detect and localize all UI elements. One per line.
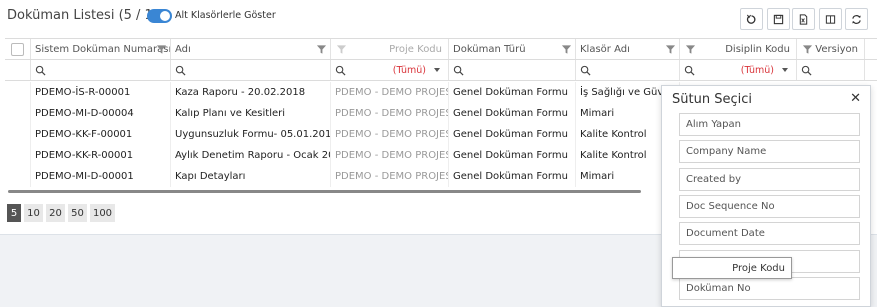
column-header-name[interactable]: Adı — [171, 39, 331, 59]
filter-funnel-icon[interactable] — [665, 44, 676, 55]
sync-icon — [852, 14, 861, 24]
grid-filter-row: (Tümü) (Tümü) — [5, 60, 877, 81]
column-chooser-item[interactable]: Doküman No — [679, 277, 860, 300]
filter-funnel-icon[interactable] — [685, 44, 696, 55]
column-header-folder-name[interactable]: Klasör Adı — [576, 39, 680, 59]
subfolders-toggle-label: Alt Klasörlerle Göster — [175, 10, 276, 21]
cell-project-code: PDEMO - DEMO PROJESİ — [331, 166, 449, 187]
filter-funnel-icon[interactable] — [561, 44, 572, 55]
toggle-knob — [160, 11, 170, 21]
page-size-50[interactable]: 50 — [68, 204, 87, 222]
cell-doc-type: Genel Doküman Formu — [449, 103, 576, 124]
cell-project-code: PDEMO - DEMO PROJESİ — [331, 124, 449, 145]
cell-name: Kalıp Planı ve Kesitleri — [171, 103, 331, 124]
cell-doc-type: Genel Doküman Formu — [449, 145, 576, 166]
cell-doc-number: PDEMO-KK-F-00001 — [31, 124, 171, 145]
excel-export-button[interactable] — [792, 8, 815, 30]
chevron-down-icon[interactable] — [434, 68, 440, 72]
column-chooser-item[interactable]: Company Name — [679, 140, 860, 163]
filter-cell-discipline-code[interactable]: (Tümü) — [680, 60, 797, 80]
columns-icon — [825, 14, 836, 24]
cell-name: Uygunsuzluk Formu- 05.01.2018 — [171, 124, 331, 145]
filter-cell-folder-name[interactable] — [576, 60, 680, 80]
column-chooser-item[interactable]: Document Date — [679, 222, 860, 245]
cell-name: Kaza Raporu - 20.02.2018 — [171, 82, 331, 103]
excel-export-icon — [799, 13, 808, 25]
cell-name: Aylık Denetim Raporu - Ocak 2018 — [171, 145, 331, 166]
column-header-label: Doküman Türü — [453, 43, 526, 55]
dragging-column-header[interactable]: Proje Kodu — [672, 257, 792, 279]
subfolders-toggle[interactable] — [147, 9, 172, 23]
cell-doc-type: Genel Doküman Formu — [449, 124, 576, 145]
filter-cell-empty — [5, 60, 31, 80]
column-header-label: Adı — [175, 43, 191, 55]
close-icon[interactable]: ✕ — [850, 91, 861, 106]
cell-project-code: PDEMO - DEMO PROJESİ — [331, 82, 449, 103]
select-all-cell — [5, 39, 31, 59]
column-header-discipline-code[interactable]: Disiplin Kodu — [680, 39, 797, 59]
sync-button[interactable] — [845, 8, 868, 30]
page-size-10[interactable]: 10 — [24, 204, 43, 222]
row-select-cell[interactable] — [5, 124, 31, 145]
search-icon — [801, 65, 812, 76]
cell-doc-number: PDEMO-MI-D-00004 — [31, 103, 171, 124]
filter-all-value: (Tümü) — [740, 64, 774, 76]
search-icon — [580, 65, 591, 76]
cell-doc-number: PDEMO-KK-R-00001 — [31, 145, 171, 166]
cell-name: Kapı Detayları — [171, 166, 331, 187]
column-chooser-title: Sütun Seçici — [672, 92, 752, 107]
row-select-cell[interactable] — [5, 82, 31, 103]
column-header-version[interactable]: Versiyon — [797, 39, 865, 59]
column-header-label: Proje Kodu — [389, 43, 442, 55]
column-header-label: Klasör Adı — [580, 43, 630, 55]
page-size-20[interactable]: 20 — [46, 204, 65, 222]
cell-project-code: PDEMO - DEMO PROJESİ — [331, 145, 449, 166]
filter-cell-doc-number[interactable] — [31, 60, 171, 80]
filter-funnel-icon[interactable] — [316, 44, 327, 55]
search-icon — [453, 65, 464, 76]
column-header-overflow — [865, 39, 877, 59]
page-title: Doküman Listesi (5 / 10) — [7, 8, 167, 23]
save-icon — [773, 14, 784, 24]
grid-header-row: Sistem Doküman Numarası Adı Proje Kodu D… — [5, 38, 877, 60]
column-chooser-item[interactable]: Alım Yapan — [679, 113, 860, 136]
refresh-button[interactable] — [740, 8, 763, 30]
filter-funnel-icon[interactable] — [336, 44, 347, 55]
page-size-5[interactable]: 5 — [7, 204, 21, 222]
filter-all-value: (Tümü) — [392, 64, 426, 76]
column-header-project-code[interactable]: Proje Kodu — [331, 39, 449, 59]
filter-funnel-icon[interactable] — [156, 44, 167, 55]
column-header-label: Versiyon — [815, 43, 858, 55]
row-select-cell[interactable] — [5, 145, 31, 166]
column-chooser-item[interactable]: Created by — [679, 168, 860, 191]
cell-doc-number: PDEMO-MI-D-00001 — [31, 166, 171, 187]
filter-cell-doc-type[interactable] — [449, 60, 576, 80]
filter-funnel-icon[interactable] — [802, 44, 813, 55]
column-chooser-button[interactable] — [819, 8, 842, 30]
search-icon — [35, 65, 46, 76]
cell-project-code: PDEMO - DEMO PROJESİ — [331, 103, 449, 124]
column-header-label: Disiplin Kodu — [725, 43, 790, 55]
search-icon — [684, 65, 695, 76]
column-header-label: Sistem Doküman Numarası — [35, 43, 171, 55]
select-all-checkbox[interactable] — [11, 42, 24, 56]
save-button[interactable] — [767, 8, 790, 30]
filter-cell-name[interactable] — [171, 60, 331, 80]
filter-cell-project-code[interactable]: (Tümü) — [331, 60, 449, 80]
horizontal-scrollbar[interactable] — [8, 190, 641, 193]
page-size-100[interactable]: 100 — [90, 204, 115, 222]
cell-doc-type: Genel Doküman Formu — [449, 82, 576, 103]
cell-doc-type: Genel Doküman Formu — [449, 166, 576, 187]
row-select-cell[interactable] — [5, 103, 31, 124]
column-chooser-item[interactable]: Doc Sequence No — [679, 195, 860, 218]
refresh-icon — [746, 14, 756, 24]
search-icon — [175, 65, 186, 76]
chevron-down-icon[interactable] — [782, 68, 788, 72]
column-header-doc-type[interactable]: Doküman Türü — [449, 39, 576, 59]
filter-cell-version[interactable] — [797, 60, 865, 80]
row-select-cell[interactable] — [5, 166, 31, 187]
column-header-doc-number[interactable]: Sistem Doküman Numarası — [31, 39, 171, 59]
search-icon — [335, 65, 346, 76]
cell-doc-number: PDEMO-İS-R-00001 — [31, 82, 171, 103]
